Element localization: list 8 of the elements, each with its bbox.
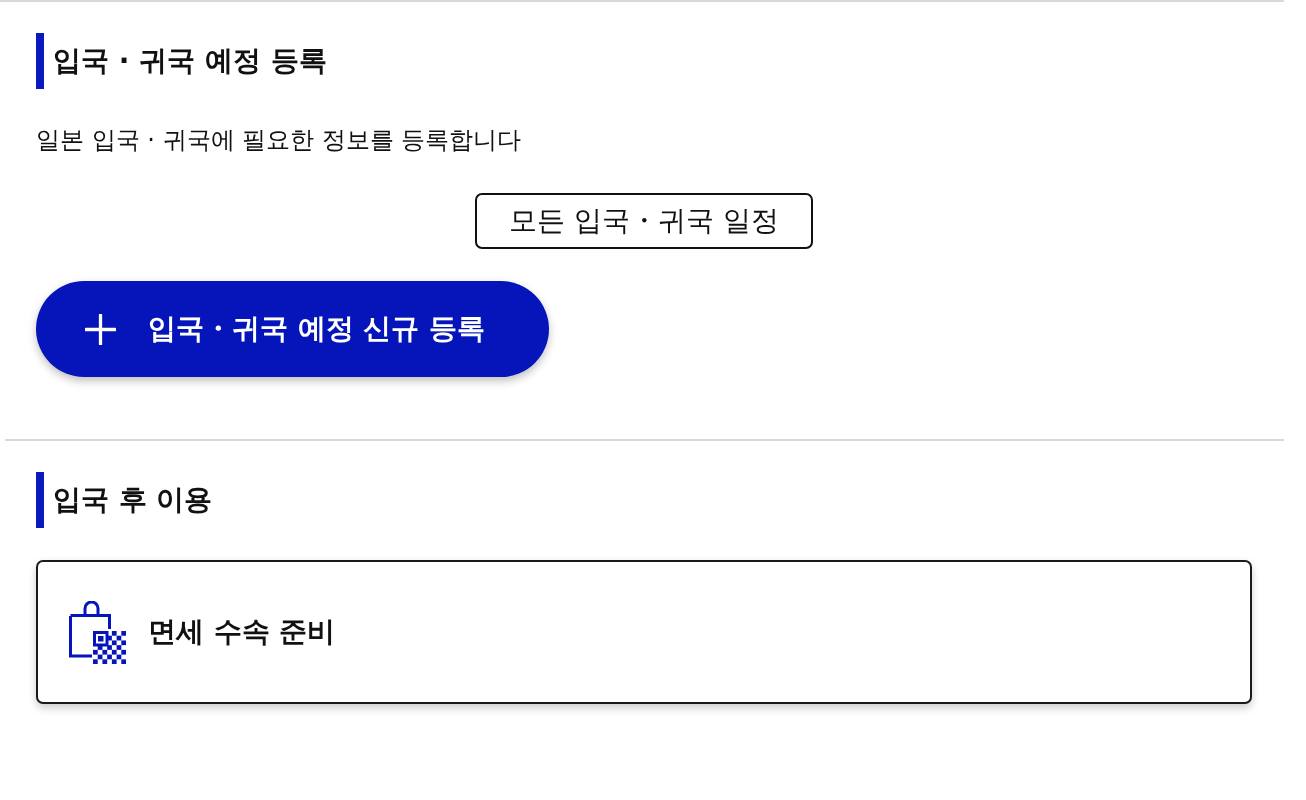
plus-icon	[85, 313, 116, 345]
section-heading: 입국 · 귀국 예정 등록	[36, 33, 327, 89]
tax-free-card[interactable]: 면세 수속 준비	[36, 560, 1252, 704]
section-heading: 입국 후 이용	[36, 472, 213, 528]
new-registration-button[interactable]: 입국・귀국 예정 신규 등록	[36, 281, 550, 377]
description-text: 일본 입국 · 귀국에 필요한 정보를 등록합니다	[36, 125, 523, 156]
shopping-bag-qr-icon	[68, 600, 126, 664]
all-schedules-button[interactable]: 모든 입국・귀국 일정	[475, 193, 813, 249]
